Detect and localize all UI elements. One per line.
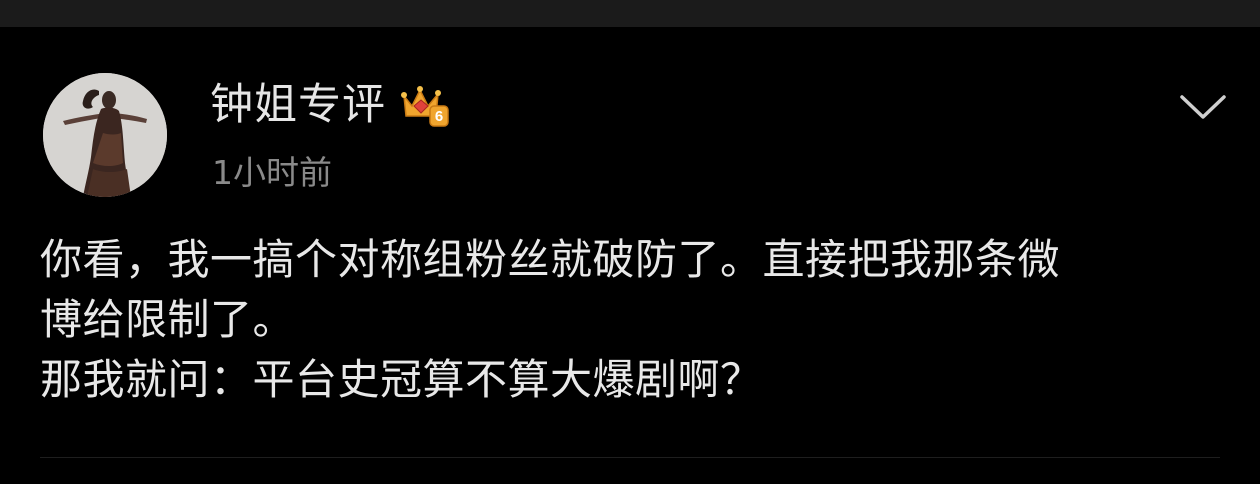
crown-badge-icon[interactable]: 6 <box>400 82 450 128</box>
post-text-line: 你看，我一搞个对称组粉丝就破防了。直接把我那条微 <box>40 235 1061 284</box>
post-text-line: 博给限制了。 <box>40 295 296 344</box>
post-text-line: 那我就问：平台史冠算不算大爆剧啊？ <box>40 355 763 404</box>
avatar[interactable] <box>43 73 167 197</box>
chevron-down-icon[interactable] <box>1178 89 1228 123</box>
badge-level: 6 <box>435 108 443 125</box>
author-row: 钟姐专评 6 <box>210 77 450 133</box>
post-card[interactable]: 钟姐专评 6 1小时前 你看，我一搞个对称组粉丝就破防了。直接把我那条微 博给限… <box>0 27 1260 484</box>
post-body[interactable]: 你看，我一搞个对称组粉丝就破防了。直接把我那条微 博给限制了。 那我就问：平台史… <box>40 230 1230 410</box>
author-name[interactable]: 钟姐专评 <box>210 77 386 133</box>
avatar-portrait <box>43 73 167 197</box>
post-timestamp: 1小时前 <box>212 153 332 192</box>
divider <box>40 457 1220 458</box>
top-bar <box>0 0 1260 27</box>
